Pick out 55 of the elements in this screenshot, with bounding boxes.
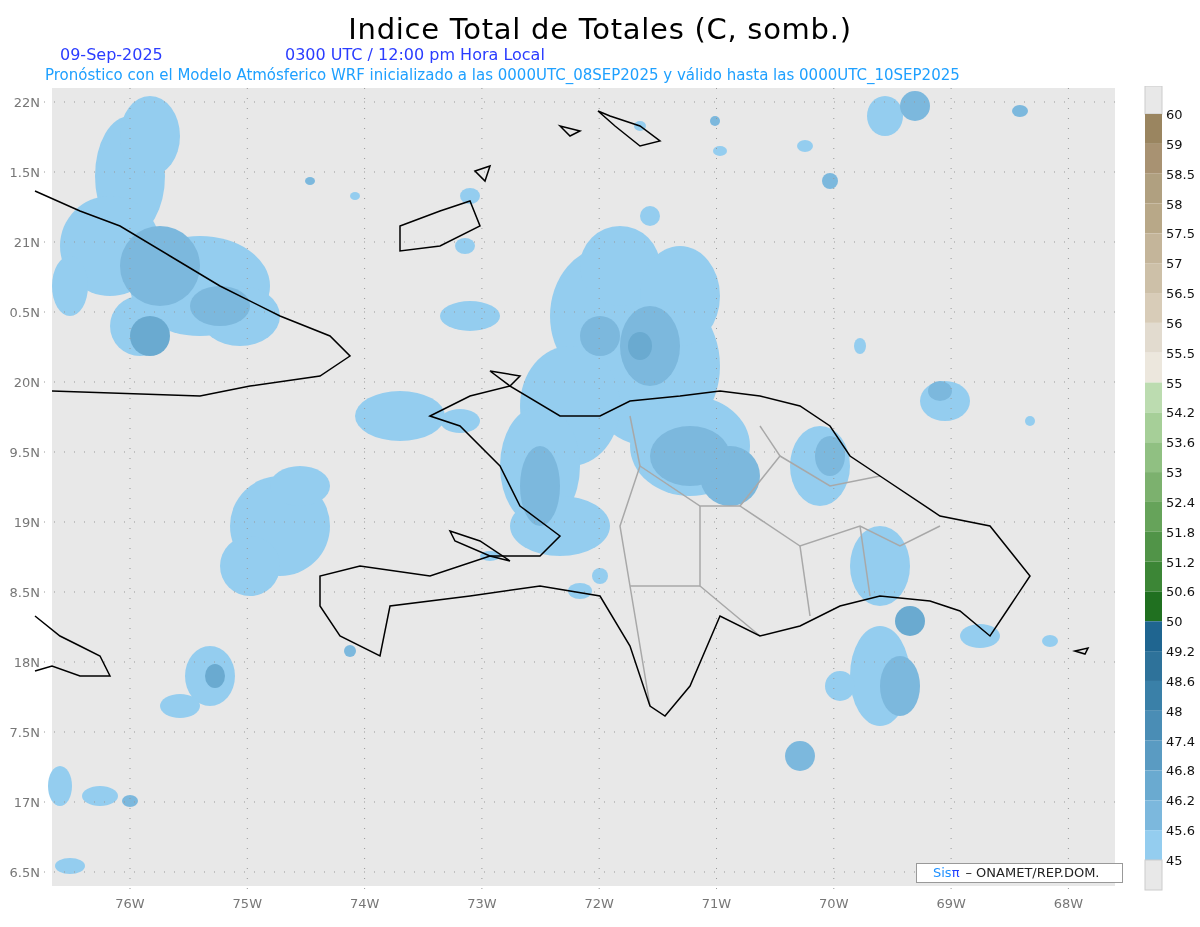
longitude-label: 76W — [115, 896, 145, 911]
longitude-label: 72W — [584, 896, 614, 911]
legend-label: 55.5 — [1166, 345, 1195, 361]
legend-label: 57.5 — [1166, 226, 1195, 242]
longitude-label: 73W — [467, 896, 497, 911]
legend-label: 55 — [1166, 375, 1183, 391]
legend-label: 51.2 — [1166, 554, 1195, 570]
legend-label: 60 — [1166, 107, 1183, 122]
legend-label: 48.6 — [1166, 673, 1195, 689]
legend-cap — [1144, 859, 1163, 891]
legend-label: 56 — [1166, 315, 1183, 331]
legend-label: 49.2 — [1166, 644, 1195, 660]
legend-label: 58 — [1166, 196, 1183, 212]
latitude-label: 1.5N — [9, 165, 40, 180]
logo-text: Sisπ — [933, 864, 960, 883]
latitude-label: 7.5N — [9, 725, 40, 740]
legend-label: 45 — [1166, 853, 1183, 868]
time-text: 0300 UTC / 12:00 pm Hora Local — [285, 44, 545, 66]
legend-label: 58.5 — [1166, 166, 1195, 182]
legend-label: 46.2 — [1166, 793, 1195, 809]
legend-label: 53.6 — [1166, 435, 1195, 451]
legend-label: 54.2 — [1166, 405, 1195, 421]
legend-label: 51.8 — [1166, 524, 1195, 540]
legend-label: 46.8 — [1166, 763, 1195, 779]
longitude-label: 70W — [819, 896, 849, 911]
legend-label: 48 — [1166, 703, 1183, 719]
latitude-label: 6.5N — [9, 865, 40, 880]
legend-label: 45.6 — [1166, 823, 1195, 839]
legend-cap — [1144, 86, 1163, 115]
legend-label: 56.5 — [1166, 286, 1195, 302]
latitude-label: 17N — [13, 795, 40, 810]
legend-label: 57 — [1166, 256, 1183, 272]
legend-label: 53 — [1166, 465, 1183, 481]
forecast-subtitle: Pronóstico con el Modelo Atmósferico WRF inicializado a las 0000UTC_08SEP2025 y válido hasta las 0000UTC_10SEP2025 — [45, 64, 960, 86]
latitude-label: 8.5N — [9, 585, 40, 600]
legend-label: 59 — [1166, 136, 1183, 152]
latitude-label: 21N — [13, 235, 40, 250]
longitude-label: 71W — [701, 896, 732, 911]
legend-label: 47.4 — [1166, 733, 1195, 749]
date-text: 09-Sep-2025 — [60, 44, 164, 66]
credit-text: – ONAMET/REP.DOM. — [965, 864, 1100, 883]
longitude-label: 68W — [1053, 896, 1084, 911]
latitude-label: 20N — [13, 375, 40, 390]
latitude-label: 18N — [13, 655, 40, 670]
latitude-label: 0.5N — [9, 305, 40, 320]
latitude-label: 22N — [13, 95, 40, 110]
latitude-label: 9.5N — [9, 445, 40, 460]
longitude-label: 69W — [936, 896, 966, 911]
legend-label: 50.6 — [1166, 584, 1195, 600]
legend-label: 52.4 — [1166, 494, 1195, 510]
longitude-label: 75W — [232, 896, 262, 911]
legend-label: 50 — [1166, 614, 1183, 630]
latitude-label: 19N — [13, 515, 40, 530]
map-title: Indice Total de Totales (C, somb.) — [348, 15, 852, 44]
longitude-label: 74W — [349, 896, 380, 911]
